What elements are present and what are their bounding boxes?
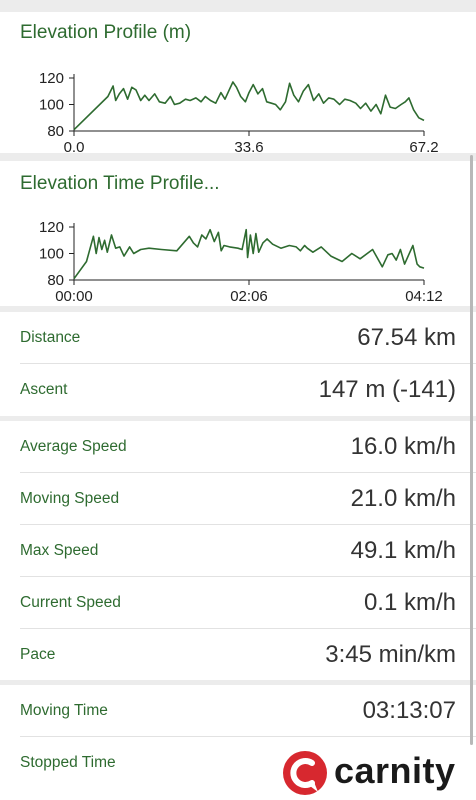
stat-value: 21.0 km/h (350, 485, 456, 512)
x-tick-label: 04:12 (405, 288, 443, 305)
x-tick-label: 00:00 (55, 288, 93, 305)
elevation-time-profile-card[interactable]: Elevation Time Profile... 80 100 120 00:00 0… (0, 161, 476, 306)
y-tick-label: 80 (47, 123, 64, 140)
stat-label: Moving Speed (20, 490, 120, 507)
x-tick-label: 67.2 (409, 139, 438, 156)
stat-row-pace: Pace 3:45 min/km (0, 629, 476, 681)
stat-value: 147 m (-141) (318, 376, 456, 403)
stat-row-moving-time: Moving Time 03:13:07 (0, 685, 476, 737)
y-tick-label: 100 (39, 97, 64, 114)
stat-value: 0.1 km/h (363, 589, 456, 616)
elevation-time-profile-title: Elevation Time Profile... (20, 173, 220, 194)
elevation-profile-chart: 80 100 120 0.0 33.6 67.2 (39, 70, 439, 156)
elevation-series-line (73, 81, 425, 131)
stat-label: Average Speed (20, 438, 127, 455)
stat-row-ascent: Ascent 147 m (-141) (0, 364, 476, 416)
stat-value: 03:13:07 (362, 697, 456, 724)
stat-row-average-speed: Average Speed 16.0 km/h (0, 421, 476, 473)
stat-value: 3:45 min/km (325, 641, 456, 668)
stat-label: Max Speed (20, 542, 99, 559)
scrollbar[interactable] (470, 155, 473, 745)
stat-value: 16.0 km/h (350, 433, 456, 460)
y-tick-label: 100 (39, 246, 64, 263)
y-tick-label: 120 (39, 219, 64, 236)
stat-value: 67.54 km (357, 324, 456, 351)
stat-value: 49.1 km/h (350, 537, 456, 564)
elevation-time-profile-chart: 80 100 120 00:00 02:06 04:12 (39, 219, 443, 305)
stat-row-distance: Distance 67.54 km (0, 312, 476, 364)
x-tick-label: 33.6 (234, 139, 263, 156)
x-tick-label: 0.0 (64, 139, 85, 156)
stat-label: Distance (20, 329, 81, 346)
carnity-logo-icon (283, 751, 327, 795)
stat-label: Moving Time (20, 702, 108, 719)
carnity-watermark: carnity (278, 746, 474, 800)
distance-stats-card: Distance 67.54 km Ascent 147 m (-141) (0, 312, 476, 416)
stat-label: Pace (20, 646, 56, 663)
stat-row-max-speed: Max Speed 49.1 km/h (0, 525, 476, 577)
elevation-profile-title: Elevation Profile (m) (20, 22, 192, 43)
stat-row-moving-speed: Moving Speed 21.0 km/h (0, 473, 476, 525)
stat-label: Stopped Time (20, 754, 116, 771)
speed-stats-card: Average Speed 16.0 km/h Moving Speed 21.… (0, 421, 476, 680)
chart-axes (73, 74, 424, 132)
carnity-logo-text: carnity (334, 750, 456, 791)
stat-row-current-speed: Current Speed 0.1 km/h (0, 577, 476, 629)
stat-label: Current Speed (20, 594, 121, 611)
y-tick-label: 80 (47, 272, 64, 289)
stat-label: Ascent (20, 381, 68, 398)
y-tick-label: 120 (39, 70, 64, 87)
elevation-profile-card[interactable]: Elevation Profile (m) 80 100 120 0.0 33.6 67.… (0, 12, 476, 156)
elevation-series-line (73, 228, 425, 280)
x-tick-label: 02:06 (230, 288, 268, 305)
